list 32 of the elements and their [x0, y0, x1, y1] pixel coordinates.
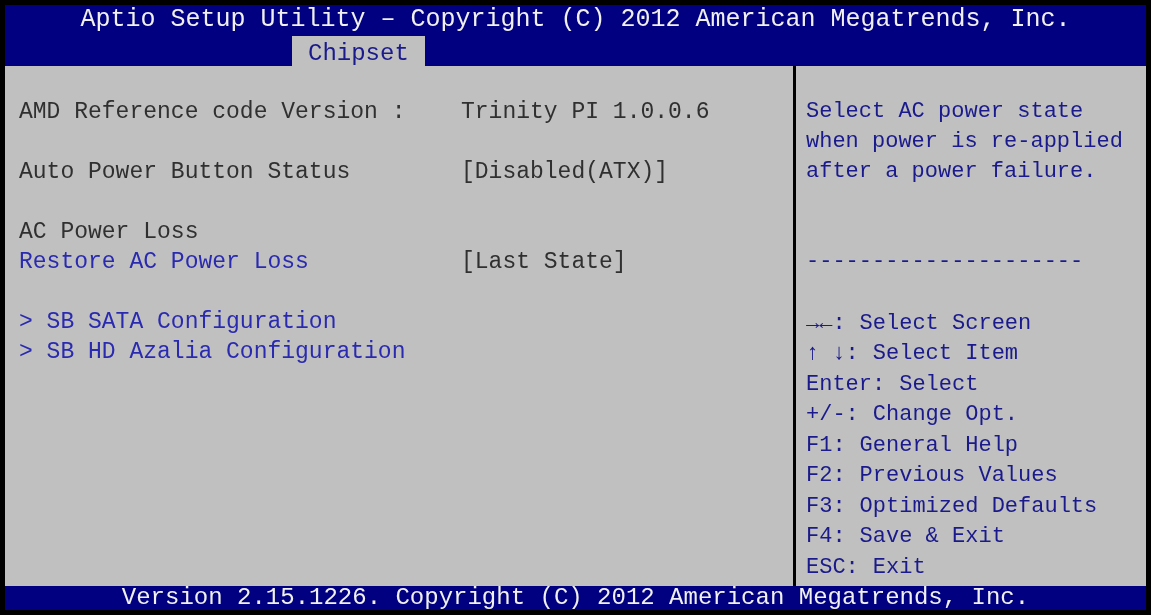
setting-label[interactable]: Restore AC Power Loss	[19, 244, 461, 280]
key-action: Save & Exit	[859, 523, 1005, 552]
key-name: F2:	[806, 462, 846, 491]
setting-value: Trinity PI 1.0.0.6	[461, 97, 710, 127]
key-name: Enter:	[806, 370, 886, 399]
key-name: ↑ ↓:	[806, 340, 859, 369]
key-name: +/-:	[806, 401, 859, 430]
key-name: F4:	[806, 523, 846, 552]
key-name: F1:	[806, 431, 846, 460]
key-name: ESC:	[806, 553, 859, 582]
key-action: General Help	[859, 431, 1019, 460]
key-action: Select Screen	[859, 309, 1032, 338]
window-title: Aptio Setup Utility – Copyright (C) 2012 American Megatrends, Inc.	[80, 5, 1071, 37]
help-separator: ---------------------	[806, 248, 1085, 276]
setting-value[interactable]: [Last State]	[461, 244, 627, 280]
help-text: after a power failure.	[806, 158, 1098, 186]
key-action: Optimized Defaults	[859, 492, 1098, 521]
setting-value[interactable]: [Disabled(ATX)]	[461, 154, 669, 190]
key-action: Select Item	[872, 340, 1019, 369]
group-heading: AC Power Loss	[19, 217, 199, 247]
key-action: Previous Values	[859, 462, 1058, 491]
help-text: Select AC power state	[806, 98, 1085, 126]
key-action: Exit	[872, 553, 926, 582]
help-text: when power is re-applied	[806, 128, 1124, 156]
key-action: Select	[899, 370, 979, 399]
setting-label[interactable]: Auto Power Button Status	[19, 154, 461, 190]
key-action: Change Opt.	[872, 401, 1019, 430]
setting-label: AMD Reference code Version :	[19, 97, 407, 127]
key-name: F3:	[806, 492, 846, 521]
key-name: →←:	[806, 309, 846, 338]
tab[interactable]: Chipset	[292, 36, 425, 66]
footer-text: Version 2.15.1226. Copyright (C) 2012 American Megatrends, Inc.	[121, 586, 1030, 610]
